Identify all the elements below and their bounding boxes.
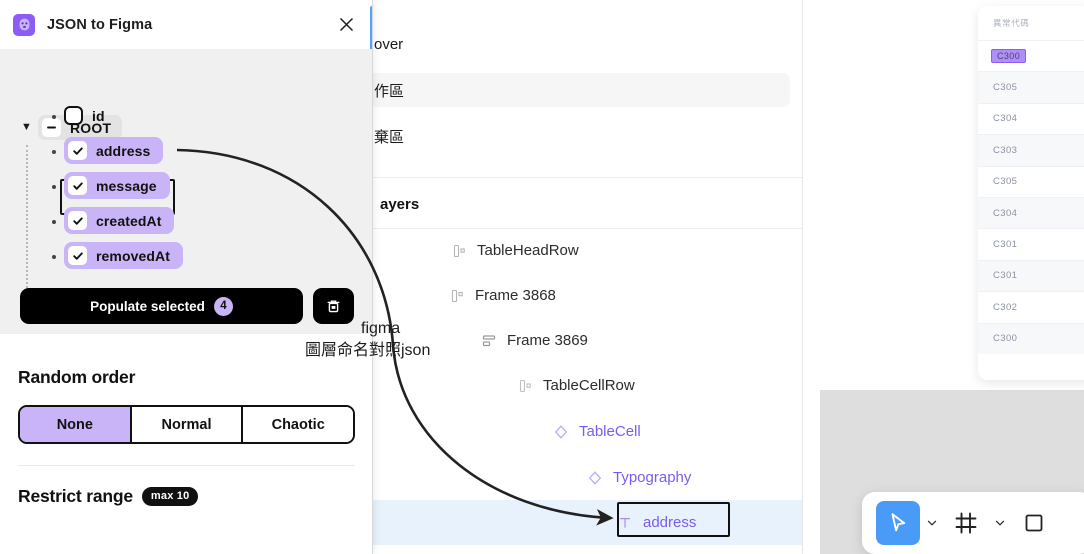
page-row-label: 作區 [374, 82, 405, 100]
code-row[interactable]: C305 [978, 165, 1084, 197]
layer-row-tableheadrow[interactable]: TableHeadRow [364, 228, 802, 273]
restrict-range-title: Restrict range max 10 [18, 486, 199, 507]
tree-field-label: removedAt [96, 247, 171, 264]
code-row[interactable]: C300 [978, 40, 1084, 71]
tree-bullet [52, 185, 56, 189]
plugin-title: JSON to Figma [47, 16, 153, 33]
code-cell-value: C303 [993, 144, 1018, 156]
minus-icon[interactable] [42, 118, 61, 137]
checkbox-checked-icon[interactable] [68, 246, 87, 265]
annotation-line-2: 圖層命名對照json [305, 341, 431, 359]
tree-field-removedat[interactable]: removedAt [64, 242, 184, 269]
page-row-label: 棄區 [374, 128, 405, 146]
tree-field-address[interactable]: address [64, 137, 164, 164]
code-cell-value: C305 [993, 82, 1018, 94]
code-cell-value: C304 [993, 207, 1018, 219]
code-cell-value: C302 [993, 301, 1018, 313]
code-cell-value: C301 [993, 270, 1018, 282]
frame-icon [450, 242, 468, 260]
checkbox-checked-icon[interactable] [68, 176, 87, 195]
code-cell-value: C304 [993, 113, 1018, 125]
page-row-cover[interactable]: over [364, 27, 790, 61]
shape-tool[interactable] [1012, 501, 1056, 545]
code-list-panel: 異常代碼 C300 C305 C304 C303 C305 C304 C301 … [978, 6, 1084, 380]
layer-row-tablecellrow[interactable]: TableCellRow [364, 363, 802, 408]
tree-bullet [52, 150, 56, 154]
frame-icon [448, 287, 466, 305]
tree-field-label: createdAt [96, 212, 162, 229]
random-order-option-normal[interactable]: Normal [131, 407, 244, 442]
chevron-down-icon[interactable]: ▼ [21, 121, 32, 133]
populate-selected-button[interactable]: Populate selected 4 [20, 288, 303, 324]
plugin-titlebar: JSON to Figma [0, 0, 372, 49]
layer-row-tablecell[interactable]: TableCell [364, 409, 802, 454]
layer-label: TableHeadRow [477, 242, 579, 259]
layer-label: Frame 3869 [507, 332, 588, 349]
component-icon [586, 469, 604, 487]
code-cell-value: C305 [993, 176, 1018, 188]
annotation-text: figma 圖層命名對照json [305, 318, 485, 361]
checkbox-checked-icon[interactable] [68, 211, 87, 230]
checkbox-checked-icon[interactable] [68, 141, 87, 160]
plugin-window: JSON to Figma ▼ ROOT id address message … [0, 0, 373, 554]
tree-field-message[interactable]: message [64, 172, 170, 199]
move-tool-dropdown[interactable] [920, 501, 944, 545]
address-highlight-box [617, 502, 730, 537]
tree-field-label: address [96, 142, 151, 159]
frame-icon [516, 377, 534, 395]
layer-label: Frame 3868 [475, 287, 556, 304]
close-icon[interactable] [334, 13, 358, 37]
code-row[interactable]: C304 [978, 196, 1084, 229]
code-cell-value: C300 [993, 333, 1018, 345]
layers-section-title: ayers [380, 196, 420, 213]
panel-divider [364, 177, 802, 178]
frame-tool[interactable] [944, 501, 988, 545]
random-order-segmented-control: None Normal Chaotic [18, 405, 355, 444]
tree-bullet [52, 115, 56, 119]
tree-field-createdat[interactable]: createdAt [64, 207, 175, 234]
code-row[interactable]: C304 [978, 102, 1084, 134]
plugin-options-section: Random order None Normal Chaotic Restric… [0, 334, 372, 554]
layer-label: TableCellRow [543, 377, 635, 394]
layer-label: Typography [613, 469, 692, 486]
layer-row-address[interactable]: address [364, 500, 802, 545]
figma-bottom-toolbar [862, 492, 1084, 554]
code-cell-value: C301 [993, 239, 1018, 251]
layer-row-frame-3868[interactable]: Frame 3868 [364, 273, 802, 318]
checkbox-unchecked-icon[interactable] [64, 106, 83, 125]
component-icon [552, 423, 570, 441]
options-divider [18, 465, 355, 466]
tree-bullet [52, 255, 56, 259]
random-order-title: Random order [18, 367, 136, 387]
tree-guide-line [26, 145, 28, 308]
populate-selected-count: 4 [213, 296, 233, 316]
code-cell-editing[interactable]: C300 [991, 49, 1027, 64]
tree-bullet [52, 220, 56, 224]
page-row-label: over [374, 35, 404, 53]
page-row-deprecated[interactable]: 棄區 [364, 119, 790, 153]
layer-label: TableCell [579, 423, 641, 440]
frame-tool-dropdown[interactable] [988, 501, 1012, 545]
random-order-option-chaotic[interactable]: Chaotic [243, 407, 353, 442]
layer-row-typography[interactable]: Typography [364, 455, 802, 500]
code-list-header: 異常代碼 [993, 18, 1030, 28]
restrict-range-label: Restrict range [18, 486, 133, 506]
random-order-option-none[interactable]: None [20, 407, 132, 442]
populate-selected-label: Populate selected [90, 298, 205, 314]
code-row[interactable]: C301 [978, 259, 1084, 292]
plugin-ghost-icon [13, 13, 35, 36]
move-tool[interactable] [876, 501, 920, 545]
code-row[interactable]: C300 [978, 322, 1084, 354]
tree-field-label: id [92, 107, 105, 124]
annotation-line-1: figma [361, 320, 401, 337]
page-row-workspace[interactable]: 作區 [364, 73, 790, 107]
code-row[interactable]: C302 [978, 291, 1084, 322]
restrict-range-badge: max 10 [141, 486, 199, 506]
code-row[interactable]: C305 [978, 71, 1084, 103]
tree-field-label: message [96, 177, 157, 194]
tree-field-id[interactable]: id [64, 102, 118, 129]
code-row[interactable]: C301 [978, 228, 1084, 259]
code-row[interactable]: C303 [978, 134, 1084, 166]
